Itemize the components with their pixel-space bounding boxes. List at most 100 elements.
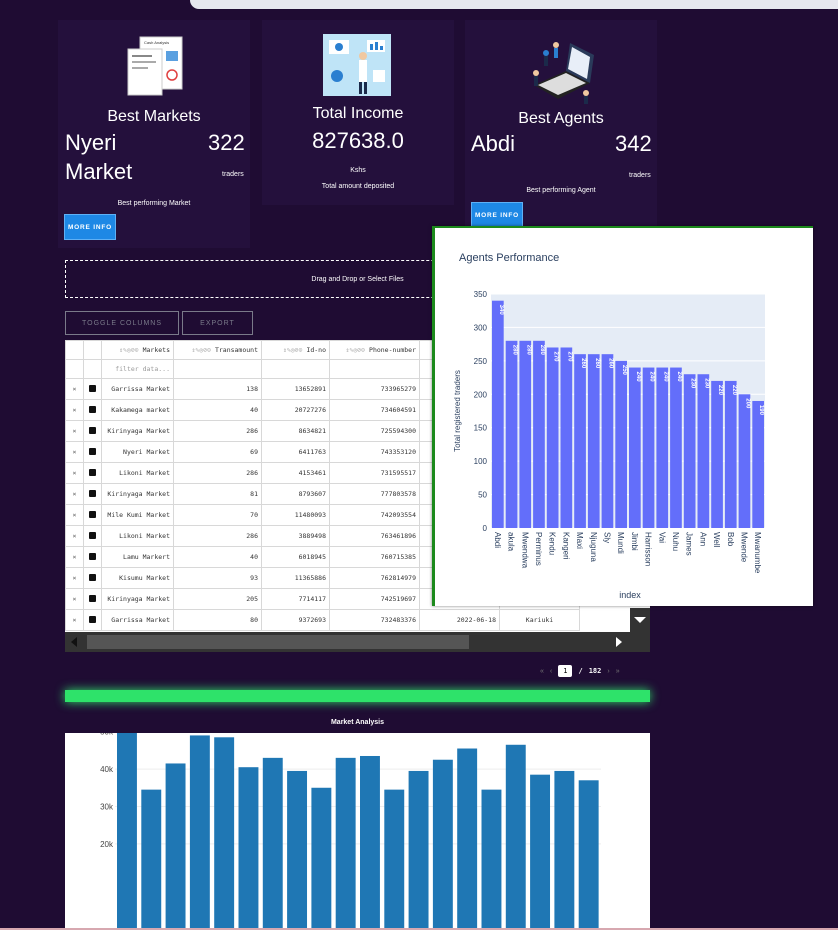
delete-row-icon[interactable]: × (65, 525, 84, 547)
table-cell[interactable]: Mile Kumi Market (101, 504, 174, 526)
table-cell[interactable]: Kakamega market (101, 399, 174, 421)
delete-row-icon[interactable]: × (65, 378, 84, 400)
delete-row-icon[interactable]: × (65, 462, 84, 484)
checkbox-icon[interactable] (89, 468, 96, 476)
filter-input[interactable] (329, 359, 420, 379)
table-cell[interactable]: 286 (173, 420, 262, 442)
column-header-markets[interactable]: ⇕✎◎⊘⊙ Markets (101, 340, 174, 360)
table-cell[interactable]: 734604591 (329, 399, 420, 421)
toggle-columns-button[interactable]: TOGGLE COLUMNS (65, 311, 179, 335)
table-cell[interactable]: 731595517 (329, 462, 420, 484)
table-cell[interactable]: 6018945 (261, 546, 330, 568)
table-cell[interactable]: 742093554 (329, 504, 420, 526)
export-button[interactable]: EXPORT (182, 311, 253, 335)
delete-row-icon[interactable]: × (65, 399, 84, 421)
row-checkbox[interactable] (83, 567, 102, 589)
table-cell[interactable]: Garrissa Market (101, 378, 174, 400)
table-cell[interactable]: 286 (173, 525, 262, 547)
table-cell[interactable]: 4153461 (261, 462, 330, 484)
table-cell[interactable]: 760715385 (329, 546, 420, 568)
table-cell[interactable]: 6411763 (261, 441, 330, 463)
column-header-transamount[interactable]: ⇕✎◎⊘⊙ Transamount (173, 340, 262, 360)
table-cell[interactable]: 725594300 (329, 420, 420, 442)
agents-more-info-button[interactable]: MORE INFO (471, 202, 523, 228)
scrollbar-thumb[interactable] (87, 635, 469, 649)
table-cell[interactable]: 205 (173, 588, 262, 610)
table-cell[interactable]: 11480093 (261, 504, 330, 526)
current-page-input[interactable]: 1 (558, 665, 573, 677)
table-cell[interactable]: 286 (173, 462, 262, 484)
table-cell[interactable]: 733965279 (329, 378, 420, 400)
delete-row-icon[interactable]: × (65, 546, 84, 568)
table-cell[interactable]: Kisumu Market (101, 567, 174, 589)
last-page-button[interactable]: » (616, 668, 620, 675)
delete-row-icon[interactable]: × (65, 483, 84, 505)
checkbox-icon[interactable] (89, 384, 96, 392)
row-checkbox[interactable] (83, 441, 102, 463)
checkbox-icon[interactable] (89, 426, 96, 434)
table-cell[interactable]: Kirinyaga Market (101, 483, 174, 505)
row-checkbox[interactable] (83, 483, 102, 505)
table-scroll-down-button[interactable] (630, 608, 650, 632)
filter-input[interactable] (261, 359, 330, 379)
row-checkbox[interactable] (83, 525, 102, 547)
table-cell[interactable]: 7714117 (261, 588, 330, 610)
table-cell[interactable]: 11365886 (261, 567, 330, 589)
table-cell[interactable]: 13652891 (261, 378, 330, 400)
table-cell[interactable]: 93 (173, 567, 262, 589)
delete-row-icon[interactable]: × (65, 504, 84, 526)
checkbox-icon[interactable] (89, 405, 96, 413)
table-cell[interactable]: Kariuki (499, 609, 580, 631)
first-page-button[interactable]: « (540, 668, 544, 675)
delete-row-icon[interactable]: × (65, 567, 84, 589)
table-cell[interactable]: 8793607 (261, 483, 330, 505)
column-header-phone-number[interactable]: ⇕✎◎⊘⊙ Phone-number (329, 340, 420, 360)
prev-page-button[interactable]: ‹ (550, 668, 552, 675)
row-checkbox[interactable] (83, 399, 102, 421)
table-row[interactable]: × Garrissa Market 80 9372693 732483376 2022-0… (65, 609, 580, 631)
table-cell[interactable]: 9372693 (261, 609, 330, 631)
table-cell[interactable]: 80 (173, 609, 262, 631)
table-cell[interactable]: 138 (173, 378, 262, 400)
table-cell[interactable]: 2022-06-18 (419, 609, 500, 631)
table-cell[interactable]: 70 (173, 504, 262, 526)
checkbox-icon[interactable] (89, 573, 96, 581)
table-cell[interactable]: 8634821 (261, 420, 330, 442)
row-checkbox[interactable] (83, 378, 102, 400)
table-cell[interactable]: Kirinyaga Market (101, 588, 174, 610)
next-page-button[interactable]: › (607, 668, 609, 675)
table-cell[interactable]: 763461896 (329, 525, 420, 547)
filter-input[interactable]: filter data... (101, 359, 174, 379)
delete-row-icon[interactable]: × (65, 441, 84, 463)
checkbox-icon[interactable] (89, 615, 96, 623)
table-cell[interactable]: 40 (173, 546, 262, 568)
table-cell[interactable]: 777803578 (329, 483, 420, 505)
delete-row-icon[interactable]: × (65, 420, 84, 442)
table-cell[interactable]: 742519697 (329, 588, 420, 610)
row-checkbox[interactable] (83, 504, 102, 526)
checkbox-icon[interactable] (89, 510, 96, 518)
row-checkbox[interactable] (83, 588, 102, 610)
table-cell[interactable]: Likoni Market (101, 462, 174, 484)
table-cell[interactable]: Lamu Markert (101, 546, 174, 568)
table-cell[interactable]: 69 (173, 441, 262, 463)
scroll-left-icon[interactable] (71, 637, 77, 647)
table-cell[interactable]: Likoni Market (101, 525, 174, 547)
table-cell[interactable]: 20727276 (261, 399, 330, 421)
table-cell[interactable]: 762814979 (329, 567, 420, 589)
markets-more-info-button[interactable]: MORE INFO (64, 214, 116, 240)
table-cell[interactable]: Nyeri Market (101, 441, 174, 463)
row-checkbox[interactable] (83, 420, 102, 442)
table-cell[interactable]: 732483376 (329, 609, 420, 631)
checkbox-icon[interactable] (89, 594, 96, 602)
checkbox-icon[interactable] (89, 447, 96, 455)
row-checkbox[interactable] (83, 546, 102, 568)
table-cell[interactable]: 743353120 (329, 441, 420, 463)
checkbox-icon[interactable] (89, 489, 96, 497)
row-checkbox[interactable] (83, 609, 102, 631)
table-cell[interactable]: 81 (173, 483, 262, 505)
scroll-right-icon[interactable] (616, 637, 622, 647)
filter-input[interactable] (173, 359, 262, 379)
checkbox-icon[interactable] (89, 552, 96, 560)
column-header-id-no[interactable]: ⇕✎◎⊘⊙ Id-no (261, 340, 330, 360)
